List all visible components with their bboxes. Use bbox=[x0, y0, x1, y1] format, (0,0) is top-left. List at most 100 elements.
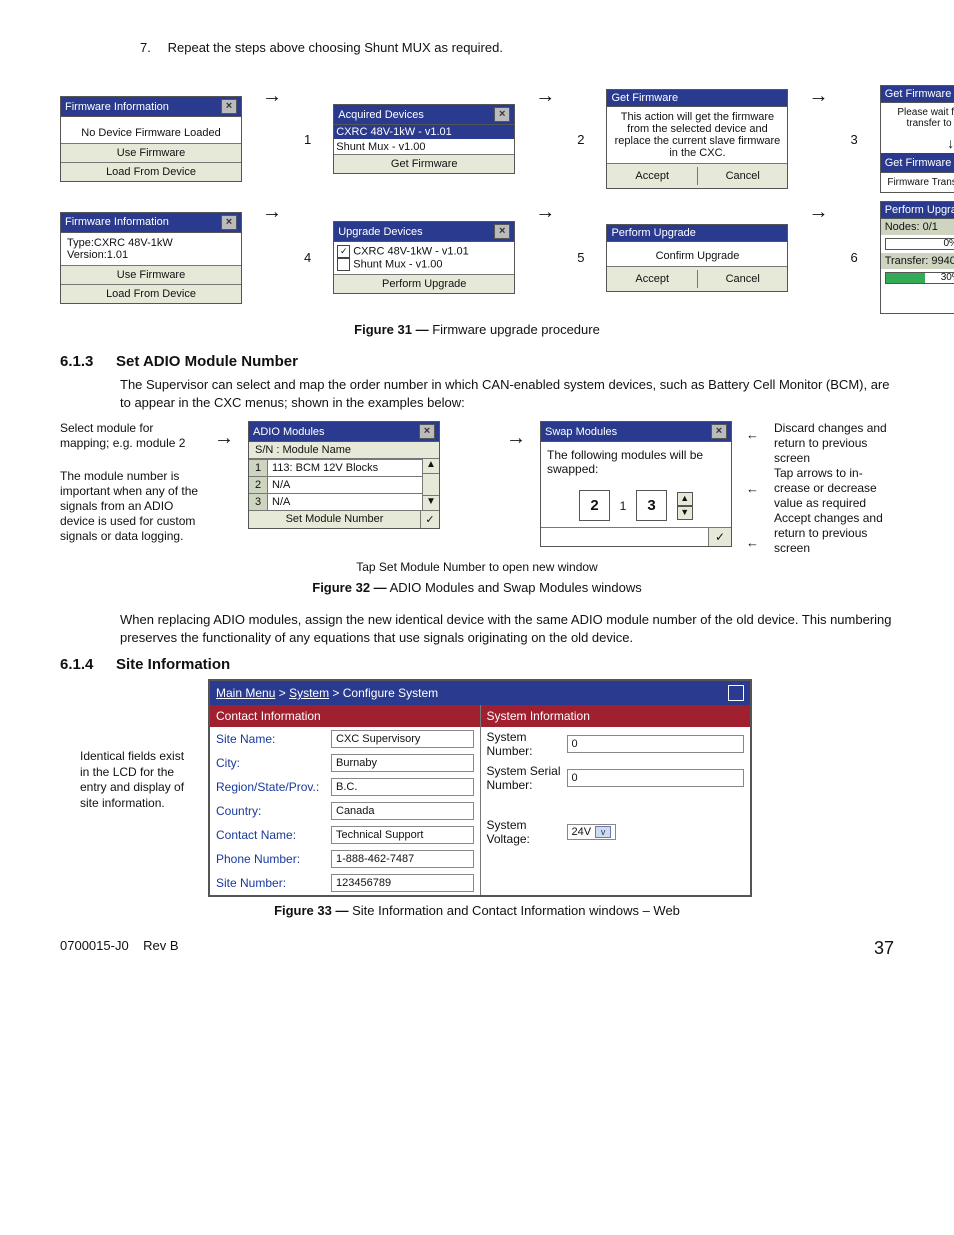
get-firmware-button[interactable]: Get Firmware bbox=[334, 154, 514, 173]
panel-firmware-info-2: Firmware Information× Type:CXRC 48V-1kW … bbox=[60, 212, 242, 304]
close-icon[interactable]: × bbox=[221, 215, 237, 230]
breadcrumb-system[interactable]: System bbox=[289, 686, 329, 700]
step-text: Repeat the steps above choosing Shunt MU… bbox=[168, 40, 503, 55]
device-checkbox-1[interactable]: ✓CXRC 48V-1kW - v1.01 bbox=[337, 245, 511, 258]
figure-31-row-1: Firmware Information× No Device Firmware… bbox=[60, 85, 894, 193]
close-icon[interactable]: × bbox=[494, 224, 510, 239]
figure-32-under-caption: Tap Set Module Number to open new window bbox=[60, 560, 894, 574]
input-system-number[interactable]: 0 bbox=[567, 735, 745, 753]
panel-title: Firmware Information bbox=[65, 101, 169, 113]
chevron-down-icon[interactable]: v bbox=[595, 826, 611, 838]
firmware-type: Type:CXRC 48V-1kW bbox=[67, 237, 235, 249]
close-icon[interactable]: × bbox=[711, 424, 727, 439]
confirm-icon[interactable]: ✓ bbox=[420, 511, 439, 528]
input-country[interactable]: Canada bbox=[331, 802, 474, 820]
select-system-voltage[interactable]: 24Vv bbox=[567, 824, 617, 840]
input-serial-number[interactable]: 0 bbox=[567, 769, 745, 787]
set-module-number-button[interactable]: Set Module Number bbox=[249, 511, 420, 528]
panel-get-firmware-confirm: Get Firmware This action will get the fi… bbox=[606, 89, 788, 189]
adio-row-2[interactable]: N/A bbox=[268, 477, 422, 493]
adio-row-3[interactable]: N/A bbox=[268, 494, 422, 510]
panel-perform-upgrade-confirm: Perform Upgrade Confirm Upgrade Accept C… bbox=[606, 224, 788, 292]
contact-information-column: Contact Information Site Name:CXC Superv… bbox=[210, 705, 481, 895]
doc-number: 0700015-J0 bbox=[60, 938, 129, 953]
panel-body-text: This action will get the firmware from t… bbox=[607, 107, 787, 163]
accept-button[interactable]: Accept bbox=[607, 270, 698, 288]
panel-configure-system: Main Menu > System > Configure System Co… bbox=[208, 679, 752, 897]
adio-row-1[interactable]: 113: BCM 12V Blocks bbox=[268, 460, 422, 476]
firmware-version: Version:1.01 bbox=[67, 249, 235, 261]
input-region[interactable]: B.C. bbox=[331, 778, 474, 796]
label-system-number: System Number: bbox=[487, 730, 567, 758]
panel-adio-modules: ADIO Modules× S/N : Module Name 1113: BC… bbox=[248, 421, 440, 529]
breadcrumb: Main Menu > System > Configure System bbox=[216, 686, 438, 700]
panel-title: Upgrade Devices bbox=[338, 226, 422, 238]
nodes-text: Nodes: 0/1 bbox=[881, 219, 954, 235]
figure-31-caption: Figure 31 — Firmware upgrade procedure bbox=[60, 322, 894, 337]
figure-32-left-annotations: Select module for mapping; e.g. module 2… bbox=[60, 421, 200, 544]
device-item-selected[interactable]: CXRC 48V-1kW - v1.01 bbox=[334, 125, 514, 139]
use-firmware-button[interactable]: Use Firmware bbox=[61, 143, 241, 162]
arrow-right-icon: → bbox=[535, 85, 555, 193]
transfer-complete-text: Firmware Transfer Complete bbox=[881, 173, 954, 192]
arrow-right-icon: → bbox=[262, 85, 282, 193]
progress-0: 0% bbox=[886, 238, 954, 249]
load-from-device-button[interactable]: Load From Device bbox=[61, 162, 241, 181]
save-icon[interactable] bbox=[728, 685, 744, 701]
section-6-1-3-body-2: When replacing ADIO modules, assign the … bbox=[120, 611, 894, 646]
panel-title: Get Firmware bbox=[611, 92, 678, 104]
use-firmware-button[interactable]: Use Firmware bbox=[61, 265, 241, 284]
breadcrumb-main-menu[interactable]: Main Menu bbox=[216, 686, 275, 700]
step-label-3: 3 bbox=[848, 132, 859, 147]
scrollbar[interactable]: ▲ ▼ bbox=[422, 459, 439, 510]
cancel-button[interactable]: Cancel bbox=[698, 167, 788, 185]
label-contact-name: Contact Name: bbox=[216, 828, 331, 842]
close-icon[interactable]: × bbox=[419, 424, 435, 439]
step-number: 7. bbox=[140, 40, 164, 55]
accept-icon[interactable]: ✓ bbox=[708, 528, 731, 546]
panel-upgrade-progress: Perform Upgrade Nodes: 0/1 0% Transfer: … bbox=[880, 201, 954, 314]
spinner-up-icon[interactable]: ▲ bbox=[677, 492, 693, 506]
step-label-1: 1 bbox=[302, 132, 313, 147]
load-from-device-button[interactable]: Load From Device bbox=[61, 284, 241, 303]
spinner[interactable]: ▲▼ bbox=[677, 492, 693, 520]
arrow-left-icon: ← bbox=[746, 427, 760, 442]
device-item[interactable]: Shunt Mux - v1.00 bbox=[334, 140, 514, 154]
panel-body-text: Please wait for firmware transfer to com… bbox=[881, 103, 954, 133]
input-city[interactable]: Burnaby bbox=[331, 754, 474, 772]
input-phone[interactable]: 1-888-462-7487 bbox=[331, 850, 474, 868]
panel-firmware-info-1: Firmware Information× No Device Firmware… bbox=[60, 96, 242, 182]
panel-title: Perform Upgrade bbox=[885, 204, 954, 216]
perform-upgrade-button[interactable]: Perform Upgrade bbox=[334, 274, 514, 293]
column-header-contact: Contact Information bbox=[210, 705, 480, 727]
figure-33: Identical fields exist in the LCD for th… bbox=[80, 679, 894, 897]
spinner-down-icon[interactable]: ▼ bbox=[677, 506, 693, 520]
figure-32: Select module for mapping; e.g. module 2… bbox=[60, 421, 894, 556]
label-site-name: Site Name: bbox=[216, 732, 331, 746]
annotation-discard: Discard changes and return to previ­ous … bbox=[774, 421, 894, 466]
section-6-1-3-body: The Supervisor can select and map the or… bbox=[120, 376, 894, 411]
section-6-1-4-heading: 6.1.4Site Information bbox=[60, 656, 894, 673]
transfer-text: Transfer: 9940/32768 bbox=[881, 253, 954, 269]
input-site-number[interactable]: 123456789 bbox=[331, 874, 474, 892]
panel-swap-modules: Swap Modules× The following modules will… bbox=[540, 421, 732, 547]
scroll-up-icon[interactable]: ▲ bbox=[423, 459, 439, 474]
column-header-system: System Information bbox=[481, 705, 751, 727]
input-contact-name[interactable]: Technical Support bbox=[331, 826, 474, 844]
input-site-name[interactable]: CXC Supervisory bbox=[331, 730, 474, 748]
device-checkbox-2[interactable]: Shunt Mux - v1.00 bbox=[337, 258, 511, 271]
arrow-right-icon: → bbox=[506, 427, 526, 450]
page-number: 37 bbox=[874, 938, 894, 959]
accept-button[interactable]: Accept bbox=[607, 167, 698, 185]
revision: Rev B bbox=[143, 938, 178, 953]
panel-upgrade-devices: Upgrade Devices × ✓CXRC 48V-1kW - v1.01 S… bbox=[333, 221, 515, 294]
scroll-down-icon[interactable]: ▼ bbox=[423, 495, 439, 510]
label-city: City: bbox=[216, 756, 331, 770]
swap-value-right: 3 bbox=[636, 490, 666, 521]
close-icon[interactable]: × bbox=[221, 99, 237, 114]
label-country: Country: bbox=[216, 804, 331, 818]
cancel-button[interactable]: Cancel bbox=[698, 270, 788, 288]
arrow-right-icon: → bbox=[808, 85, 828, 193]
page-footer: 0700015-J0 Rev B 37 bbox=[60, 938, 894, 959]
close-icon[interactable]: × bbox=[494, 107, 510, 122]
